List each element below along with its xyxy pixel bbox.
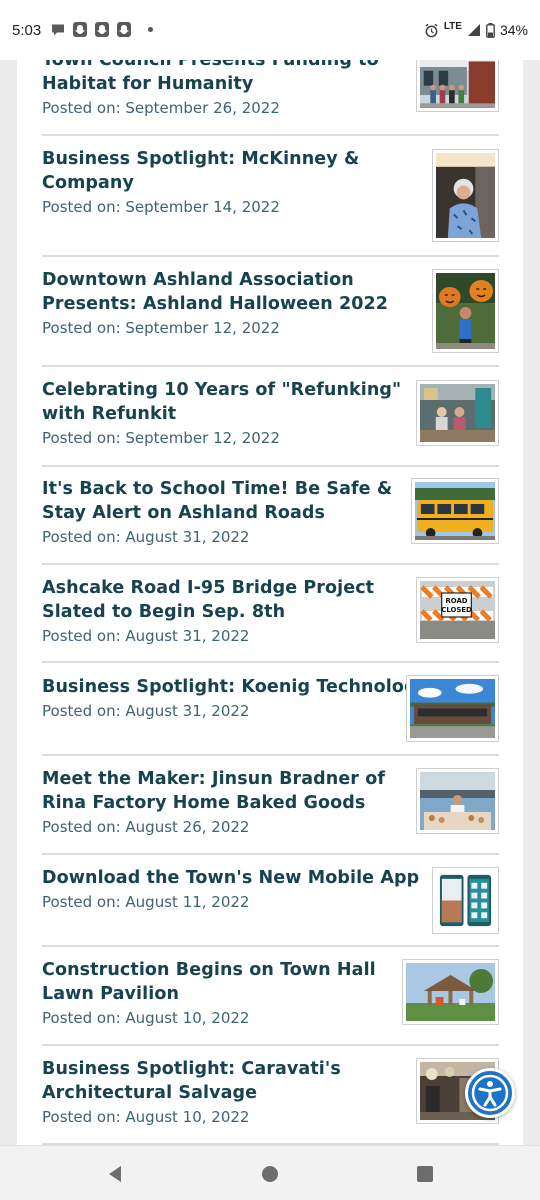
shop-photo bbox=[420, 384, 495, 442]
news-title[interactable]: Downtown Ashland Association Presents: As… bbox=[42, 268, 499, 316]
news-thumbnail[interactable] bbox=[406, 675, 499, 742]
road-sign-text: ROAD bbox=[445, 597, 467, 605]
system-status: LTE 34% bbox=[424, 20, 528, 38]
divider bbox=[42, 465, 499, 467]
notification-icons bbox=[50, 21, 153, 38]
halloween-photo bbox=[436, 273, 495, 349]
news-thumbnail[interactable] bbox=[416, 380, 499, 446]
news-thumbnail[interactable] bbox=[432, 867, 499, 934]
status-bar: 5:03 LTE 34% bbox=[0, 0, 540, 60]
storefront-photo bbox=[420, 54, 495, 108]
divider bbox=[42, 1044, 499, 1046]
snapchat-icon bbox=[95, 22, 109, 37]
news-title[interactable]: Business Spotlight: McKinney & Company bbox=[42, 147, 499, 195]
chat-icon bbox=[52, 24, 64, 36]
accessibility-button[interactable] bbox=[465, 1068, 515, 1118]
pavilion-photo bbox=[406, 963, 495, 1021]
school-bus-photo bbox=[415, 482, 495, 540]
snapchat-icon bbox=[117, 22, 131, 37]
status-time: 5:03 bbox=[12, 22, 42, 39]
accessibility-icon bbox=[471, 1074, 509, 1112]
news-thumbnail[interactable] bbox=[432, 269, 499, 353]
news-thumbnail[interactable] bbox=[411, 478, 499, 544]
recents-icon[interactable] bbox=[413, 1162, 437, 1186]
news-date: Posted on: September 14, 2022 bbox=[42, 198, 280, 216]
news-thumbnail[interactable]: ROAD CLOSED bbox=[416, 577, 499, 643]
office-building-photo bbox=[410, 679, 495, 738]
news-thumbnail[interactable] bbox=[402, 959, 499, 1025]
battery-icon bbox=[486, 22, 495, 38]
mobile-app-photo bbox=[436, 871, 495, 930]
home-icon[interactable] bbox=[258, 1162, 282, 1186]
news-title[interactable]: Download the Town's New Mobile App bbox=[42, 866, 499, 890]
news-item[interactable]: Business Spotlight: McKinney & Company Po… bbox=[42, 147, 499, 257]
news-item[interactable]: Downtown Ashland Association Presents: As… bbox=[42, 268, 499, 367]
divider bbox=[42, 853, 499, 855]
news-list: Town Council Presents Funding to Habitat … bbox=[17, 0, 523, 1145]
divider bbox=[42, 661, 499, 663]
road-closed-photo: ROAD CLOSED bbox=[420, 581, 495, 639]
news-item[interactable]: Download the Town's New Mobile App Poste… bbox=[42, 866, 499, 947]
back-icon[interactable] bbox=[103, 1162, 127, 1186]
network-type: LTE bbox=[443, 20, 462, 32]
signal-icon bbox=[467, 24, 480, 36]
alarm-icon bbox=[425, 23, 438, 37]
navigation-bar bbox=[0, 1145, 540, 1200]
news-thumbnail[interactable] bbox=[416, 768, 499, 834]
news-date: Posted on: September 12, 2022 bbox=[42, 319, 280, 337]
divider bbox=[42, 134, 499, 136]
more-notifications-dot bbox=[148, 27, 153, 32]
news-date: Posted on: August 11, 2022 bbox=[42, 893, 250, 911]
divider bbox=[42, 365, 499, 367]
bakery-photo bbox=[420, 772, 495, 830]
divider bbox=[42, 563, 499, 565]
divider bbox=[42, 945, 499, 947]
snapchat-icon bbox=[73, 22, 87, 37]
divider bbox=[42, 255, 499, 257]
news-thumbnail[interactable] bbox=[432, 149, 499, 242]
divider bbox=[42, 754, 499, 756]
road-sign-text: CLOSED bbox=[441, 606, 472, 614]
battery-level: 34% bbox=[499, 22, 528, 38]
portrait-photo bbox=[436, 153, 495, 238]
